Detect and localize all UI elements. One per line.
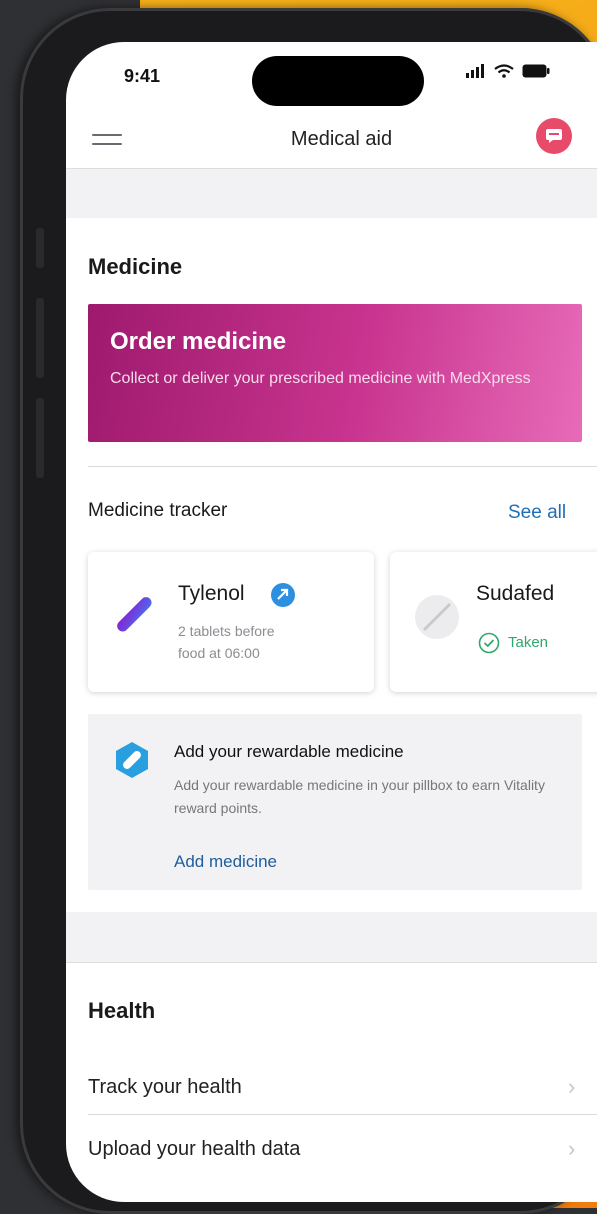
health-heading: Health xyxy=(88,998,156,1023)
section-spacer xyxy=(66,169,597,218)
app-screen: 9:41 Medical aid Medicine Order medicine… xyxy=(66,42,597,1202)
order-medicine-card[interactable]: Order medicine Collect or deliver your p… xyxy=(88,304,582,442)
status-time: 9:41 xyxy=(124,66,161,86)
add-medicine-link[interactable]: Add medicine xyxy=(174,852,277,872)
status-bar: 9:41 xyxy=(66,42,597,112)
medicine-schedule: food at 06:00 xyxy=(178,645,260,661)
medicine-name: Tylenol xyxy=(178,582,245,605)
see-all-link[interactable]: See all xyxy=(508,502,566,524)
medicine-tracker-title: Medicine tracker xyxy=(88,500,228,521)
app-bar: Medical aid xyxy=(66,112,597,169)
signal-icon xyxy=(466,64,484,78)
divider xyxy=(88,1114,597,1115)
page-title: Medical aid xyxy=(290,128,393,150)
wifi-icon xyxy=(494,64,514,78)
row-label: Track your health xyxy=(88,1076,242,1098)
phone-volume-down-button xyxy=(36,398,44,478)
medicine-name: Sudafed xyxy=(476,582,555,605)
phone-frame: 9:41 Medical aid Medicine Order medicine… xyxy=(20,8,597,1214)
phone-action-button xyxy=(36,228,44,268)
chevron-right-icon: › xyxy=(568,1074,576,1099)
medicine-heading: Medicine xyxy=(88,254,183,279)
verified-badge-icon xyxy=(271,583,295,607)
rewardable-title: Add your rewardable medicine xyxy=(174,742,404,761)
order-medicine-title: Order medicine xyxy=(110,328,287,355)
phone-volume-up-button xyxy=(36,298,44,378)
health-row-track[interactable]: Track your health › xyxy=(88,1062,597,1112)
section-spacer xyxy=(66,912,597,963)
chevron-right-icon: › xyxy=(568,1136,576,1161)
rewardable-description: Add your rewardable medicine in your pil… xyxy=(174,777,545,816)
medicine-card-sudafed[interactable]: Sudafed Taken xyxy=(390,552,597,692)
pill-icon xyxy=(117,597,152,632)
medicine-card-tylenol[interactable]: Tylenol 2 tablets before food at 06:00 xyxy=(88,552,374,692)
divider xyxy=(88,466,597,467)
reward-pill-icon xyxy=(116,742,148,778)
health-row-upload[interactable]: Upload your health data › xyxy=(88,1124,597,1174)
medicine-status: Taken xyxy=(508,634,549,651)
rewardable-medicine-card: Add your rewardable medicine Add your re… xyxy=(88,714,582,890)
tablet-icon xyxy=(415,595,459,639)
chat-button[interactable] xyxy=(536,118,572,154)
check-circle-icon xyxy=(478,632,500,654)
medicine-dosage: 2 tablets before xyxy=(178,623,275,639)
battery-icon xyxy=(522,64,550,78)
order-medicine-description: Collect or deliver your prescribed medic… xyxy=(110,370,531,387)
row-label: Upload your health data xyxy=(88,1138,301,1160)
chat-icon xyxy=(546,129,562,143)
dynamic-island xyxy=(252,56,424,106)
status-icons xyxy=(466,64,550,78)
